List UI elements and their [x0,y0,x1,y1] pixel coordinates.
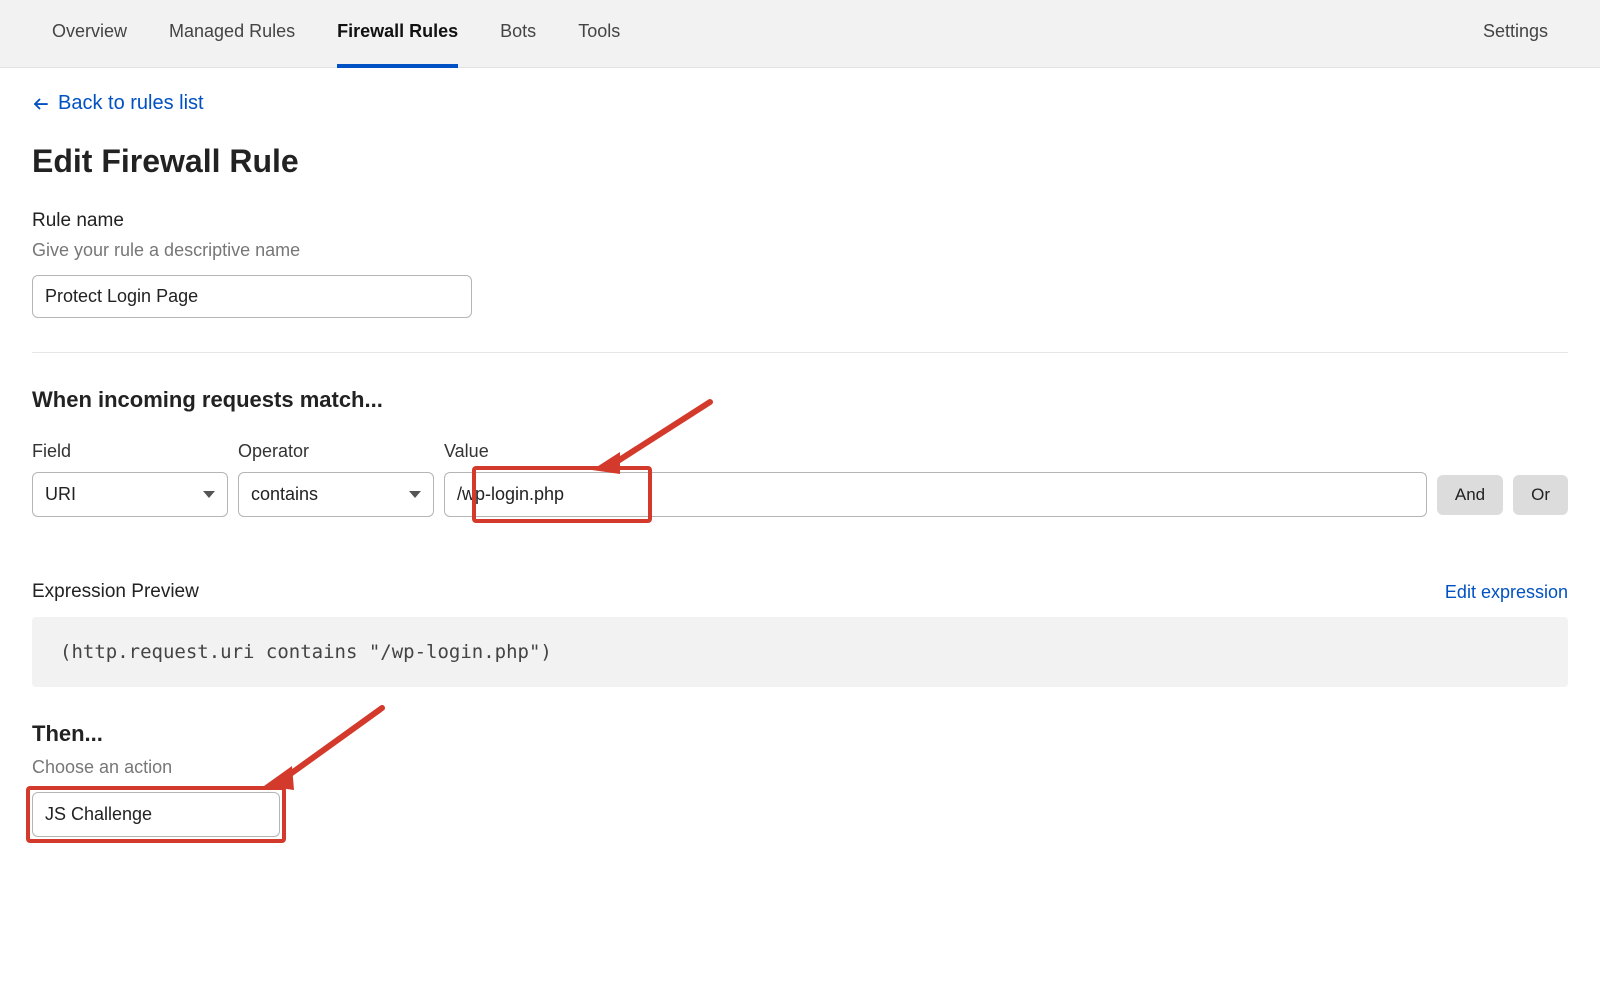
rule-name-help: Give your rule a descriptive name [32,240,1568,261]
tab-tools[interactable]: Tools [578,0,620,68]
col-header-value: Value [444,441,1568,462]
action-select-value: JS Challenge [45,804,152,825]
value-input[interactable] [444,472,1427,517]
expression-preview-box: (http.request.uri contains "/wp-login.ph… [32,617,1568,687]
match-section-title: When incoming requests match... [32,387,1568,413]
or-button[interactable]: Or [1513,475,1568,515]
tab-managed-rules[interactable]: Managed Rules [169,0,295,68]
operator-select[interactable]: contains [238,472,434,517]
field-select[interactable]: URI [32,472,228,517]
divider [32,352,1568,353]
back-to-rules-link[interactable]: Back to rules list [32,92,204,115]
arrow-left-icon [32,95,50,113]
tab-overview[interactable]: Overview [52,0,127,68]
chevron-down-icon [409,491,421,498]
tab-bots[interactable]: Bots [500,0,536,68]
col-header-field: Field [32,441,228,462]
columns-header: Field Operator Value [32,441,1568,462]
expression-preview-label: Expression Preview [32,581,199,603]
tab-firewall-rules[interactable]: Firewall Rules [337,0,458,68]
back-link-text: Back to rules list [58,92,204,115]
top-tab-bar: Overview Managed Rules Firewall Rules Bo… [0,0,1600,68]
col-header-operator: Operator [238,441,434,462]
tab-settings[interactable]: Settings [1483,0,1548,68]
chevron-down-icon [203,491,215,498]
action-select[interactable]: JS Challenge [32,792,280,837]
page-title: Edit Firewall Rule [32,143,1568,180]
rule-name-input[interactable] [32,275,472,318]
annotation-arrow-icon [252,702,392,802]
rule-row: URI contains And Or [32,472,1568,517]
then-section-title: Then... [32,721,1568,747]
field-select-value: URI [45,484,76,505]
edit-expression-link[interactable]: Edit expression [1445,582,1568,603]
rule-name-label: Rule name [32,210,1568,232]
then-help: Choose an action [32,757,1568,778]
operator-select-value: contains [251,484,318,505]
and-button[interactable]: And [1437,475,1503,515]
